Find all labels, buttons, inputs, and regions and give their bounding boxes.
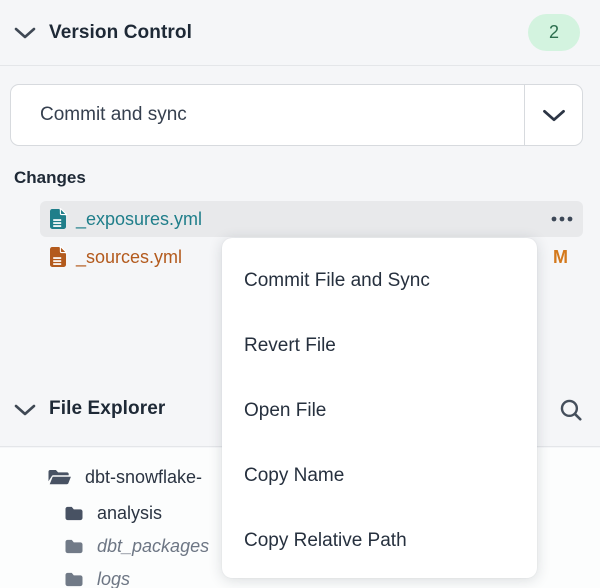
tree-item-label: dbt_packages — [97, 536, 209, 557]
tree-item-logs[interactable]: logs — [64, 564, 130, 588]
tree-item-analysis[interactable]: analysis — [64, 498, 162, 528]
search-icon — [559, 398, 582, 421]
commit-dropdown-caret-button[interactable] — [524, 85, 582, 145]
more-options-icon[interactable] — [551, 216, 573, 222]
commit-action-label: Commit and sync — [11, 104, 187, 126]
chevron-down-icon[interactable] — [14, 401, 36, 418]
tree-item-label: analysis — [97, 503, 162, 524]
folder-icon — [64, 505, 84, 522]
menu-item-revert-file[interactable]: Revert File — [222, 313, 537, 378]
yml-file-icon — [49, 208, 67, 230]
changed-file-name: _exposures.yml — [76, 209, 202, 230]
menu-item-copy-relative-path[interactable]: Copy Relative Path — [222, 508, 537, 573]
yml-file-icon — [49, 246, 67, 268]
file-explorer-title: File Explorer — [49, 398, 165, 420]
tree-item-label: dbt-snowflake- — [85, 467, 202, 488]
menu-item-copy-name[interactable]: Copy Name — [222, 443, 537, 508]
tree-item-dbt-packages[interactable]: dbt_packages — [64, 531, 209, 561]
folder-icon — [64, 571, 84, 588]
menu-item-open-file[interactable]: Open File — [222, 378, 537, 443]
version-control-title: Version Control — [49, 22, 192, 44]
version-control-header: Version Control 2 — [0, 0, 600, 66]
open-folder-icon — [47, 468, 72, 486]
file-context-menu: Commit File and Sync Revert File Open Fi… — [222, 238, 537, 578]
tree-item-label: logs — [97, 569, 130, 588]
changes-count-badge: 2 — [528, 14, 580, 51]
folder-icon — [64, 538, 84, 555]
menu-item-commit-file-and-sync[interactable]: Commit File and Sync — [222, 248, 537, 313]
file-search-button[interactable] — [559, 398, 582, 421]
changed-file-row-exposures[interactable]: _exposures.yml — [40, 201, 583, 237]
ide-side-panel: Version Control 2 Commit and sync Change… — [0, 0, 600, 588]
changed-file-name: _sources.yml — [76, 247, 182, 268]
modified-status-badge: M — [553, 247, 568, 268]
chevron-down-icon[interactable] — [14, 24, 36, 41]
changes-section-label: Changes — [14, 168, 86, 188]
tree-item-project-root[interactable]: dbt-snowflake- — [47, 462, 202, 492]
commit-action-dropdown[interactable]: Commit and sync — [10, 84, 583, 146]
chevron-down-icon — [542, 106, 566, 124]
